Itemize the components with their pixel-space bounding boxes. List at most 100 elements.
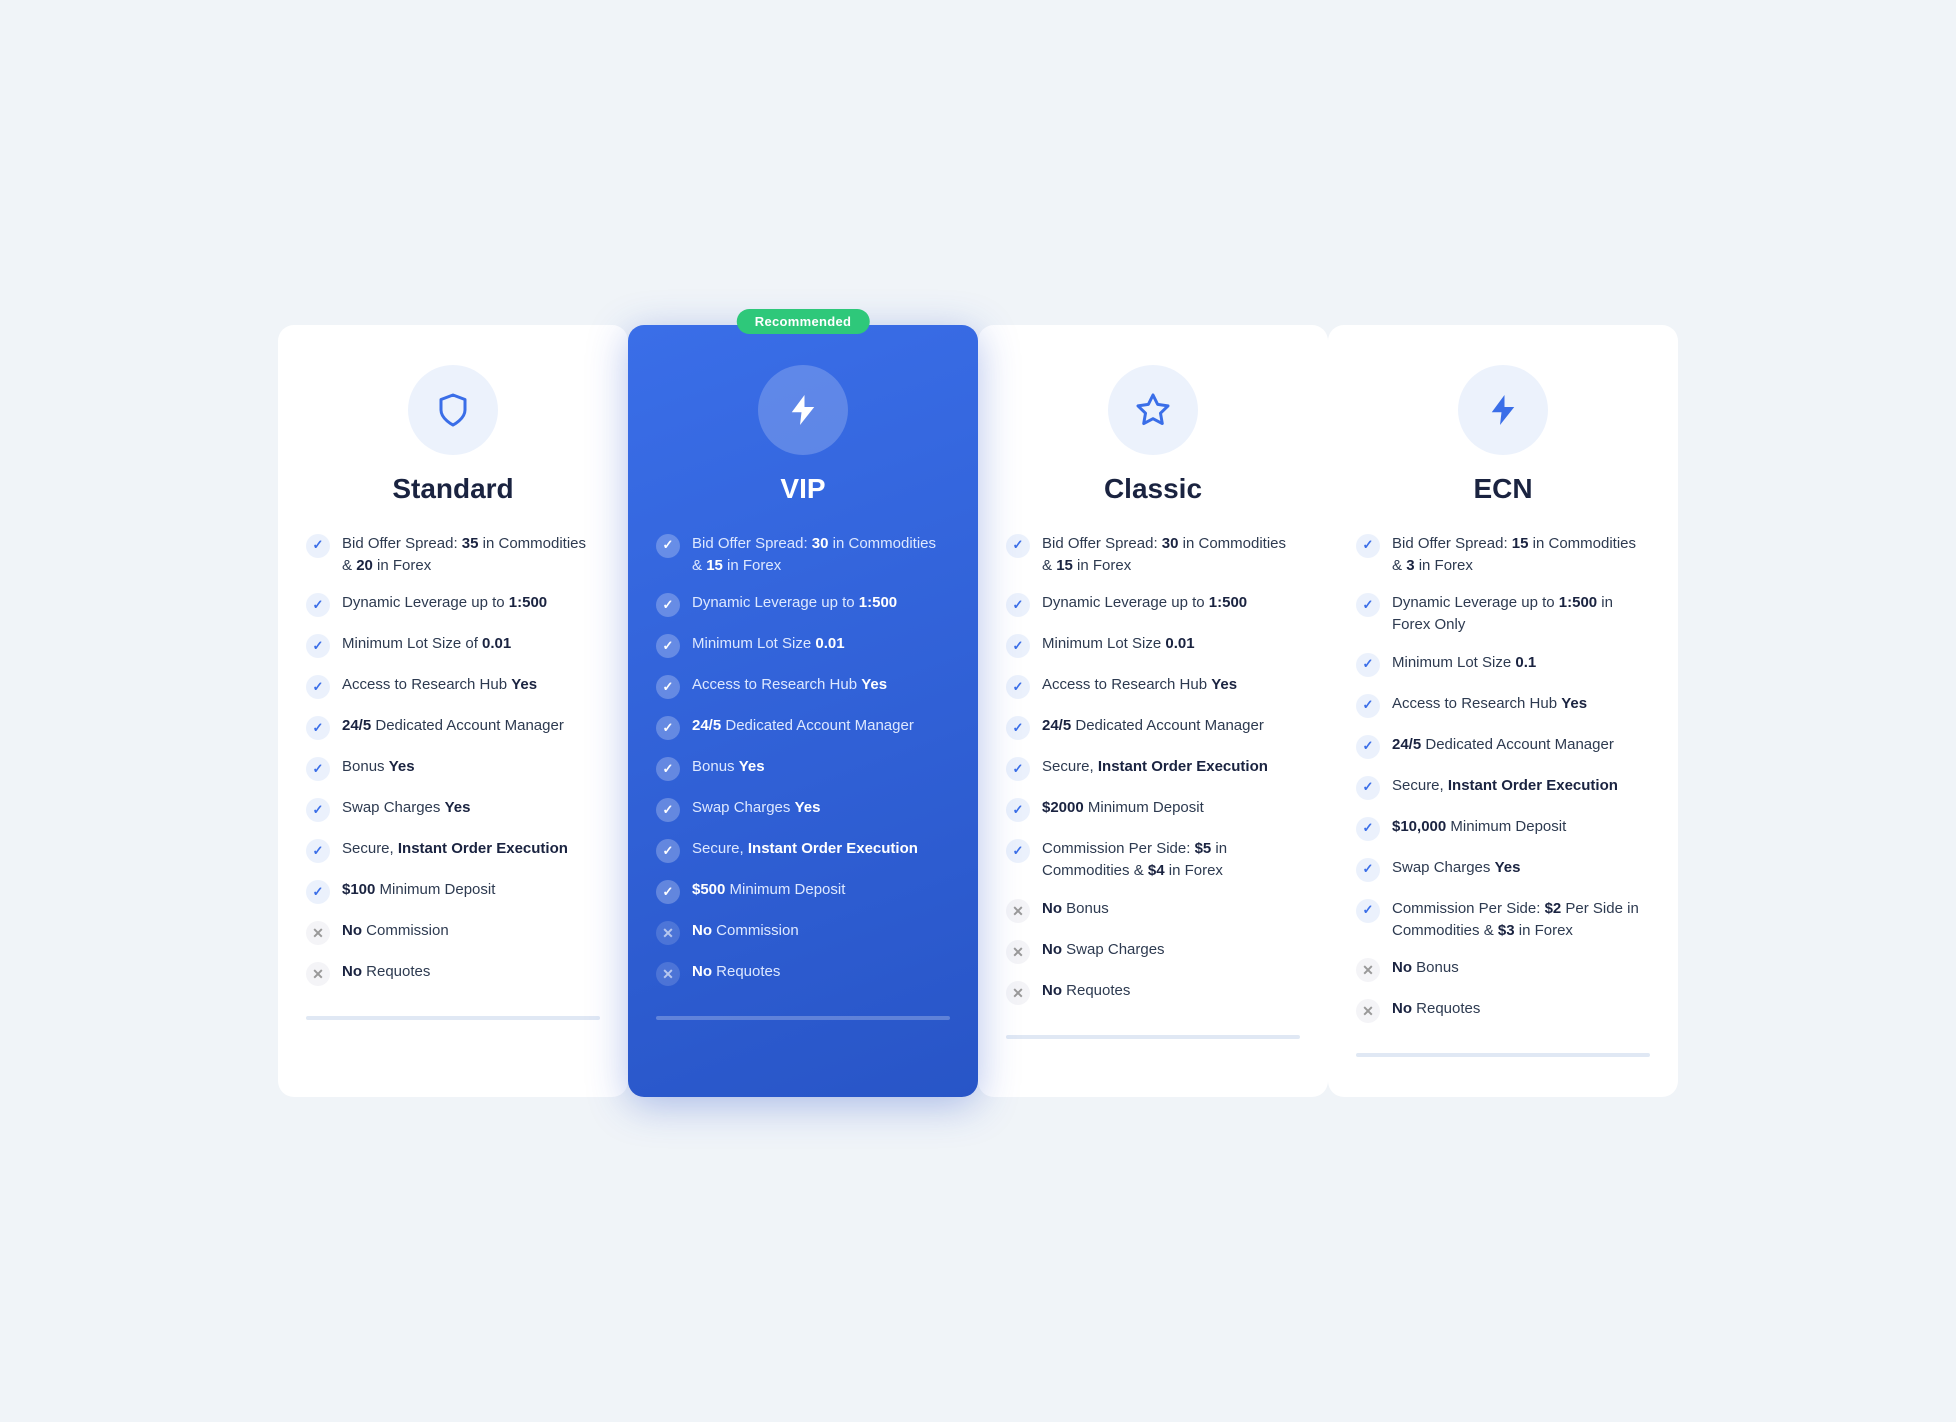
- feature-icon-check: ✓: [1356, 735, 1380, 759]
- feature-icon-check: ✓: [1006, 593, 1030, 617]
- vip-icon: [781, 388, 825, 432]
- feature-icon-check: ✓: [1006, 839, 1030, 863]
- feature-item-standard-1: ✓ Dynamic Leverage up to 1:500: [306, 592, 600, 617]
- feature-item-standard-5: ✓ Bonus Yes: [306, 756, 600, 781]
- feature-icon-check: ✓: [1006, 716, 1030, 740]
- feature-text: Access to Research Hub Yes: [692, 674, 887, 696]
- feature-item-standard-7: ✓ Secure, Instant Order Execution: [306, 838, 600, 863]
- feature-item-classic-4: ✓ 24/5 Dedicated Account Manager: [1006, 715, 1300, 740]
- feature-item-classic-8: ✕ No Bonus: [1006, 898, 1300, 923]
- feature-item-classic-10: ✕ No Requotes: [1006, 980, 1300, 1005]
- classic-features: ✓ Bid Offer Spread: 30 in Commodities & …: [1006, 533, 1300, 1005]
- feature-text: Commission Per Side: $2 Per Side in Comm…: [1392, 898, 1650, 942]
- card-divider: [1006, 1035, 1300, 1039]
- feature-text: No Swap Charges: [1042, 939, 1165, 961]
- plan-card-vip: Recommended VIP ✓ Bid Offer Spread: 30 i…: [628, 325, 978, 1098]
- ecn-features: ✓ Bid Offer Spread: 15 in Commodities & …: [1356, 533, 1650, 1024]
- plans-container: Standard ✓ Bid Offer Spread: 35 in Commo…: [278, 325, 1678, 1098]
- feature-item-ecn-9: ✕ No Bonus: [1356, 957, 1650, 982]
- feature-text: Bid Offer Spread: 15 in Commodities & 3 …: [1392, 533, 1650, 577]
- feature-icon-check: ✓: [1006, 634, 1030, 658]
- feature-icon-check: ✓: [1006, 798, 1030, 822]
- feature-icon-check: ✓: [656, 839, 680, 863]
- feature-text: Bonus Yes: [692, 756, 765, 778]
- feature-text: Access to Research Hub Yes: [1042, 674, 1237, 696]
- feature-item-ecn-5: ✓ Secure, Instant Order Execution: [1356, 775, 1650, 800]
- feature-text: Bid Offer Spread: 35 in Commodities & 20…: [342, 533, 600, 577]
- vip-title: VIP: [780, 473, 825, 505]
- feature-icon-check: ✓: [656, 675, 680, 699]
- feature-text: Access to Research Hub Yes: [1392, 693, 1587, 715]
- feature-text: $2000 Minimum Deposit: [1042, 797, 1204, 819]
- standard-icon-wrapper: [408, 365, 498, 455]
- feature-icon-check: ✓: [1356, 899, 1380, 923]
- feature-item-ecn-3: ✓ Access to Research Hub Yes: [1356, 693, 1650, 718]
- card-divider: [656, 1016, 950, 1020]
- plan-card-standard: Standard ✓ Bid Offer Spread: 35 in Commo…: [278, 325, 628, 1098]
- feature-text: Secure, Instant Order Execution: [1042, 756, 1268, 778]
- standard-title: Standard: [392, 473, 513, 505]
- feature-icon-check: ✓: [656, 798, 680, 822]
- feature-text: Bid Offer Spread: 30 in Commodities & 15…: [1042, 533, 1300, 577]
- feature-icon-check: ✓: [306, 534, 330, 558]
- feature-text: $500 Minimum Deposit: [692, 879, 845, 901]
- feature-text: Commission Per Side: $5 in Commodities &…: [1042, 838, 1300, 882]
- feature-text: No Requotes: [1392, 998, 1480, 1020]
- feature-item-ecn-1: ✓ Dynamic Leverage up to 1:500 in Forex …: [1356, 592, 1650, 636]
- feature-icon-check: ✓: [306, 593, 330, 617]
- feature-icon-check: ✓: [656, 634, 680, 658]
- feature-text: Minimum Lot Size of 0.01: [342, 633, 511, 655]
- feature-item-vip-10: ✕ No Requotes: [656, 961, 950, 986]
- feature-item-ecn-2: ✓ Minimum Lot Size 0.1: [1356, 652, 1650, 677]
- card-divider: [306, 1016, 600, 1020]
- feature-icon-check: ✓: [306, 716, 330, 740]
- feature-text: No Bonus: [1392, 957, 1459, 979]
- feature-text: No Bonus: [1042, 898, 1109, 920]
- feature-icon-check: ✓: [1006, 675, 1030, 699]
- feature-item-ecn-10: ✕ No Requotes: [1356, 998, 1650, 1023]
- feature-text: $10,000 Minimum Deposit: [1392, 816, 1566, 838]
- classic-title: Classic: [1104, 473, 1202, 505]
- feature-text: Dynamic Leverage up to 1:500: [692, 592, 897, 614]
- feature-item-ecn-7: ✓ Swap Charges Yes: [1356, 857, 1650, 882]
- feature-icon-check: ✓: [1006, 534, 1030, 558]
- feature-icon-check: ✓: [1006, 757, 1030, 781]
- feature-icon-cross: ✕: [306, 962, 330, 986]
- feature-icon-cross: ✕: [1356, 958, 1380, 982]
- feature-text: 24/5 Dedicated Account Manager: [1392, 734, 1614, 756]
- feature-item-ecn-4: ✓ 24/5 Dedicated Account Manager: [1356, 734, 1650, 759]
- recommended-badge: Recommended: [737, 309, 870, 334]
- feature-text: Secure, Instant Order Execution: [1392, 775, 1618, 797]
- feature-item-standard-0: ✓ Bid Offer Spread: 35 in Commodities & …: [306, 533, 600, 577]
- card-divider: [1356, 1053, 1650, 1057]
- standard-icon: [431, 388, 475, 432]
- feature-text: Secure, Instant Order Execution: [342, 838, 568, 860]
- feature-text: $100 Minimum Deposit: [342, 879, 495, 901]
- feature-icon-check: ✓: [1356, 694, 1380, 718]
- plan-card-ecn: ECN ✓ Bid Offer Spread: 15 in Commoditie…: [1328, 325, 1678, 1098]
- feature-icon-cross: ✕: [656, 962, 680, 986]
- feature-text: Dynamic Leverage up to 1:500 in Forex On…: [1392, 592, 1650, 636]
- feature-item-vip-8: ✓ $500 Minimum Deposit: [656, 879, 950, 904]
- feature-icon-check: ✓: [1356, 653, 1380, 677]
- feature-item-classic-2: ✓ Minimum Lot Size 0.01: [1006, 633, 1300, 658]
- feature-icon-check: ✓: [1356, 534, 1380, 558]
- feature-text: Swap Charges Yes: [692, 797, 820, 819]
- feature-icon-check: ✓: [306, 757, 330, 781]
- feature-item-standard-8: ✓ $100 Minimum Deposit: [306, 879, 600, 904]
- feature-item-standard-4: ✓ 24/5 Dedicated Account Manager: [306, 715, 600, 740]
- feature-icon-check: ✓: [656, 716, 680, 740]
- plan-card-classic: Classic ✓ Bid Offer Spread: 30 in Commod…: [978, 325, 1328, 1098]
- feature-item-classic-7: ✓ Commission Per Side: $5 in Commodities…: [1006, 838, 1300, 882]
- ecn-title: ECN: [1473, 473, 1532, 505]
- feature-item-classic-0: ✓ Bid Offer Spread: 30 in Commodities & …: [1006, 533, 1300, 577]
- feature-text: Bid Offer Spread: 30 in Commodities & 15…: [692, 533, 950, 577]
- feature-text: Secure, Instant Order Execution: [692, 838, 918, 860]
- feature-item-vip-7: ✓ Secure, Instant Order Execution: [656, 838, 950, 863]
- feature-icon-cross: ✕: [1356, 999, 1380, 1023]
- feature-text: Swap Charges Yes: [1392, 857, 1520, 879]
- feature-item-vip-6: ✓ Swap Charges Yes: [656, 797, 950, 822]
- feature-icon-cross: ✕: [306, 921, 330, 945]
- standard-features: ✓ Bid Offer Spread: 35 in Commodities & …: [306, 533, 600, 987]
- feature-icon-cross: ✕: [1006, 981, 1030, 1005]
